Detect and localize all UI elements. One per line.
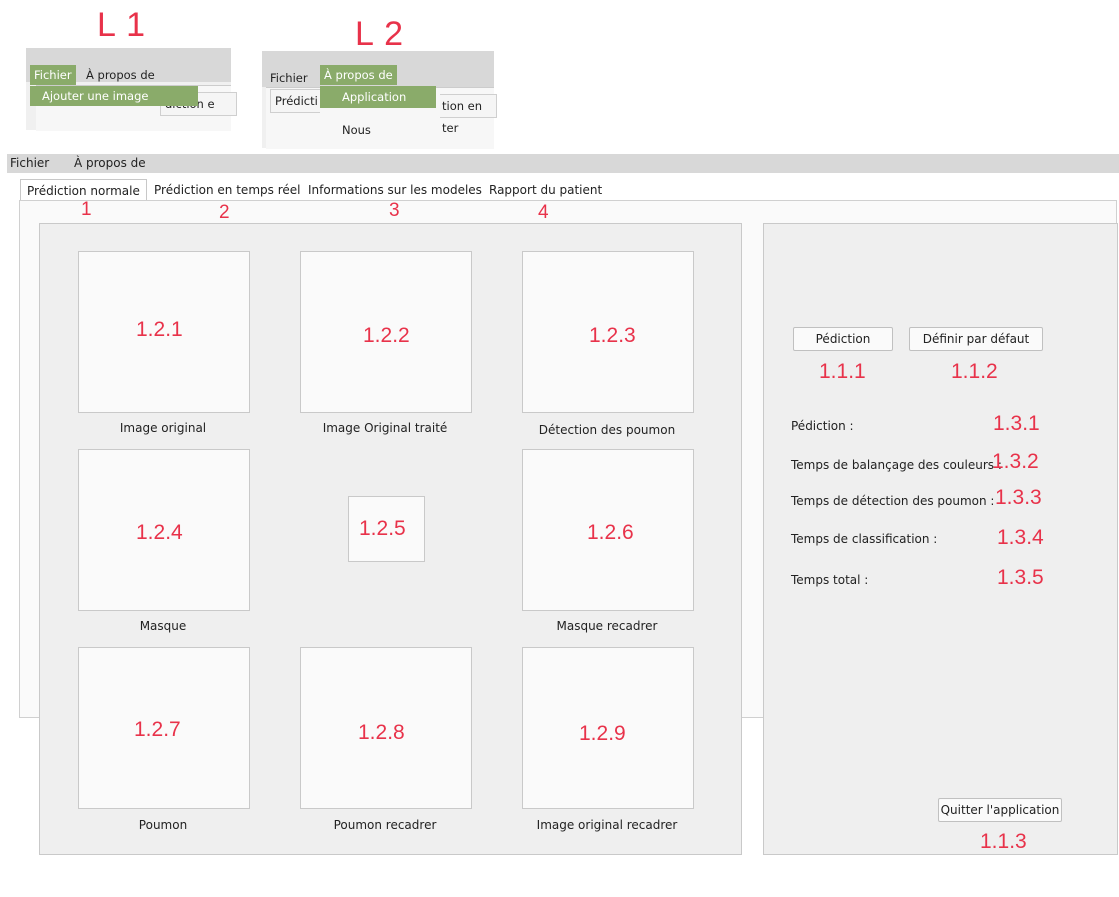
image-caption: Masque [139,619,187,633]
image-caption: Poumon [138,818,188,832]
image-view-1-2-5: 1.2.5 [348,496,425,562]
result-label-classification-time: Temps de classification : [791,532,938,546]
result-label-total-time: Temps total : [791,573,869,587]
menu-apropos[interactable]: À propos de [74,156,146,170]
snippet-l2-dropdown-application[interactable]: Application [320,86,436,108]
result-label-color-time: Temps de balançage des couleurs : [791,458,1002,472]
image-caption: Masque recadrer [556,619,658,633]
control-panel: Pédiction Définir par défaut 1.1.1 1.1.2… [763,223,1118,855]
result-value-1-3-4: 1.3.4 [997,526,1044,549]
image-caption: Détection des poumon [538,423,676,437]
menubar: Fichier À propos de [7,154,1119,173]
image-view-1-2-3: 1.2.3 [522,251,694,413]
image-view-1-2-6: 1.2.6 [522,449,694,611]
image-view-1-2-4: 1.2.4 [78,449,250,611]
result-value-1-3-2: 1.3.2 [992,450,1039,473]
label-l2: L 2 [355,15,405,53]
image-view-1-2-9: 1.2.9 [522,647,694,809]
image-caption: Image original recadrer [536,818,678,832]
snippet-l1: Fichier À propos de diction e Ajouter un… [26,48,237,131]
label-l1: L 1 [97,6,147,44]
result-label-prediction: Pédiction : [791,419,854,433]
image-view-1-2-8: 1.2.8 [300,647,472,809]
image-panel: 1.2.1 Image original 1.2.2 Image Origina… [39,223,742,855]
annotation-1-1-3: 1.1.3 [980,830,1027,853]
image-caption: Image Original traité [322,421,448,435]
snippet-l2-tab-fragment-left: Prédicti [270,89,324,113]
snippet-l1-dropdown-item[interactable]: Ajouter une image [30,86,198,106]
snippet-l2-menu-fichier[interactable]: Fichier [266,68,312,88]
tab-number-1: 1 [81,199,92,220]
result-value-1-3-3: 1.3.3 [995,486,1042,509]
set-default-button[interactable]: Définir par défaut [909,327,1043,351]
image-caption: Image original [119,421,207,435]
snippet-l2-dropdown-nous[interactable]: Nous [342,123,371,137]
snippet-l1-menu-fichier[interactable]: Fichier [30,65,76,85]
tab-informations-modeles[interactable]: Informations sur les modeles [308,179,482,201]
result-label-lung-detection-time: Temps de détection des poumon : [791,494,995,508]
tab-rapport-patient[interactable]: Rapport du patient [489,179,602,201]
image-view-1-2-7: 1.2.7 [78,647,250,809]
annotation-1-1-1: 1.1.1 [819,360,866,383]
snippet-l2-menu-apropos[interactable]: À propos de [320,65,397,85]
tab-number-4: 4 [538,202,549,223]
tab-number-3: 3 [389,200,400,221]
annotation-1-1-2: 1.1.2 [951,360,998,383]
image-view-1-2-2: 1.2.2 [300,251,472,413]
tab-prediction-temps-reel[interactable]: Prédiction en temps réel [154,179,300,201]
predict-button[interactable]: Pédiction [793,327,893,351]
image-view-1-2-1: 1.2.1 [78,251,250,413]
tab-number-2: 2 [219,202,230,223]
result-value-1-3-5: 1.3.5 [997,566,1044,589]
result-value-1-3-1: 1.3.1 [993,412,1040,435]
quit-button[interactable]: Quitter l'application [938,798,1062,822]
tab-bar: Prédiction normale Prédiction en temps r… [7,173,1119,202]
snippet-l1-menu-apropos[interactable]: À propos de [82,65,159,85]
snippet-l2-tab-fragment-right: tion en ter [440,94,497,135]
snippet-l2: Fichier À propos de Prédicti tion en ter… [262,51,497,149]
menu-fichier[interactable]: Fichier [10,156,49,170]
image-caption: Poumon recadrer [333,818,437,832]
